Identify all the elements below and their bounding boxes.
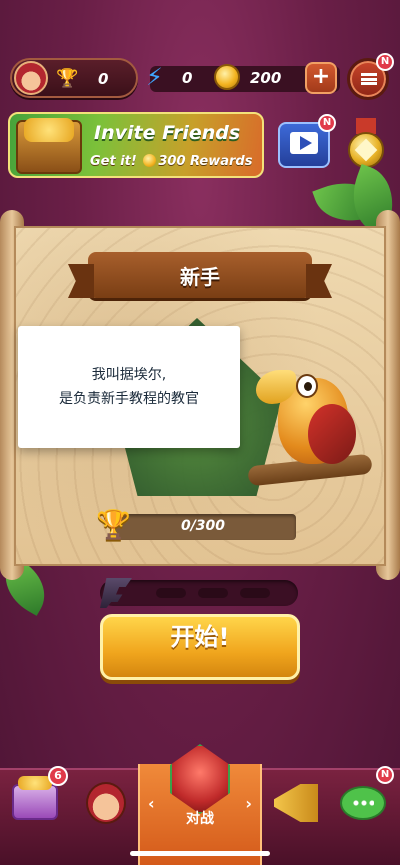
rank-segment [198,588,228,598]
dialog-line-2: 是负责新手教程的教官 [59,391,199,407]
invite-friends-banner[interactable]: Invite Friends Get it! 300 Rewards [8,112,264,178]
trophy-icon: 🏆 [56,68,79,89]
home-indicator[interactable] [130,851,270,856]
parrot-instructor-icon [247,348,378,488]
nav-horn-icon[interactable] [274,784,318,822]
invite-sub-prefix: Get it! [90,154,137,169]
level-name: 新手 [180,265,220,289]
parrot-eye [296,374,318,398]
battle-label: 对战 [186,811,214,827]
video-reward-button[interactable]: N [278,114,336,168]
level-title-ribbon: 新手 [88,252,312,298]
battle-gem-icon [170,744,230,814]
progress-text: 0/300 [180,518,226,534]
chevron-right-icon[interactable]: › [245,794,252,813]
coin-count: 200 [250,69,282,87]
rank-segment [156,588,186,598]
dialog-line-1: 我叫据埃尔, [91,367,167,383]
trophy-count: 0 [98,70,109,88]
treasure-chest-icon [16,118,82,174]
reward-coin-icon [143,154,157,167]
player-avatar[interactable] [14,61,48,95]
trophy-progress-bar: 0/300 [110,514,296,540]
video-notification-badge: N [318,114,336,132]
chat-notification-badge: N [376,766,394,784]
profile-pill[interactable]: 🏆 0 [10,58,138,98]
menu-button[interactable]: N [347,53,394,100]
energy-count: 0 [182,69,193,87]
hamburger-icon [361,73,377,85]
energy-bolt-icon: ⚡ [146,63,163,91]
nav-shop-chest-icon[interactable] [12,776,58,820]
rank-segment [240,588,270,598]
nav-battle-tab[interactable]: 对战 ‹ › [138,744,262,865]
parrot-wing [308,404,356,464]
nav-chat-icon[interactable] [340,786,386,820]
invite-title: Invite Friends [94,122,241,144]
shop-notification-badge: 6 [48,766,68,786]
start-button[interactable]: 开始! [100,614,300,680]
rank-progress-bar [100,580,298,606]
invite-reward-suffix: Rewards [190,154,253,169]
chevron-left-icon[interactable]: ‹ [148,794,155,813]
tutorial-dialog[interactable]: 我叫据埃尔, 是负责新手教程的教官 [18,326,240,448]
invite-reward-amount: 300 [158,154,186,169]
nav-character-icon[interactable] [86,782,126,824]
invite-reward-line: Get it! 300 Rewards [90,154,252,169]
play-icon [300,136,312,150]
add-coins-button[interactable]: + [305,62,337,94]
trophy-icon: 🏆 [96,508,131,541]
menu-notification-badge: N [376,53,394,71]
coin-icon [214,64,240,90]
